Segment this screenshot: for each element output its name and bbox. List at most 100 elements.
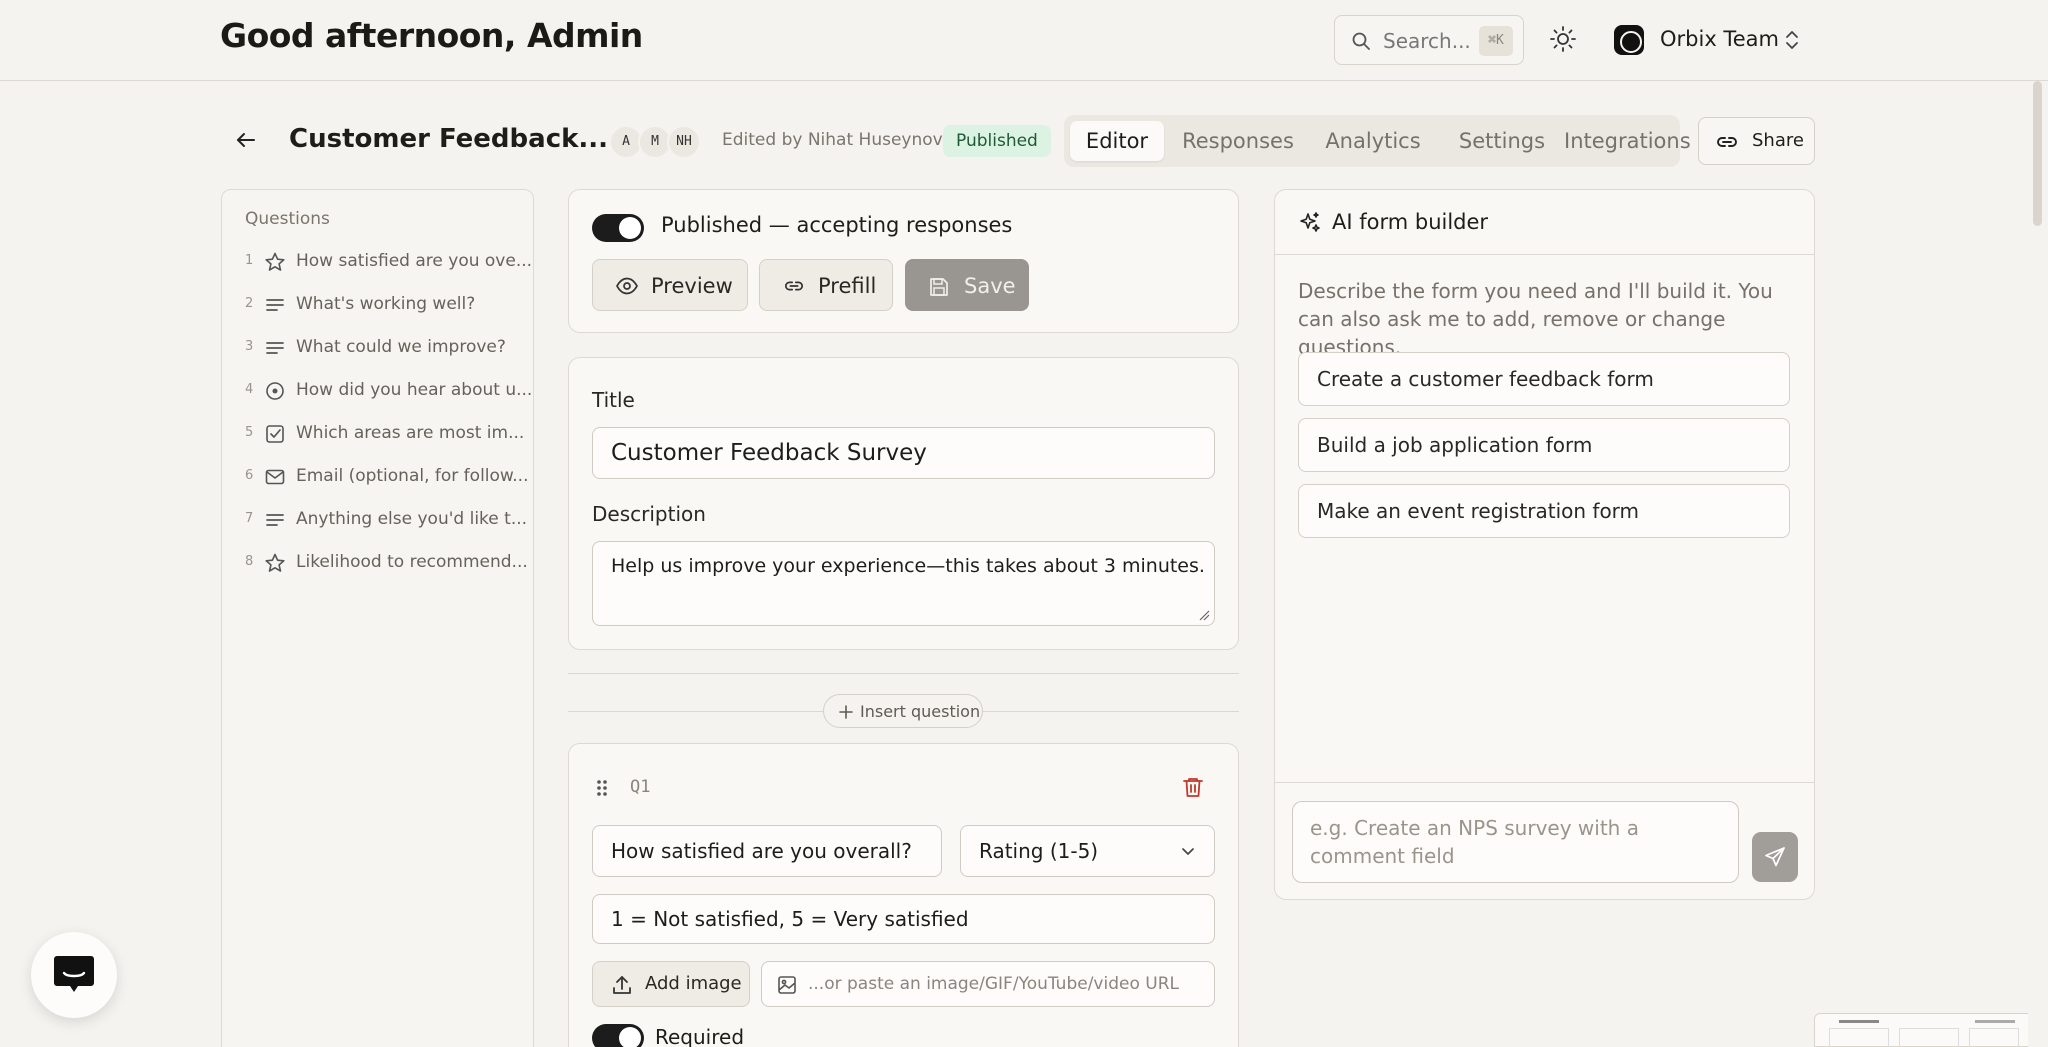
star-icon [264, 552, 286, 574]
divider [1275, 782, 1814, 783]
suggestion-label: Make an event registration form [1317, 499, 1640, 523]
ai-prompt-input[interactable]: e.g. Create an NPS survey with a comment… [1292, 801, 1739, 883]
question-nav-item[interactable]: 7 Anything else you'd like t... [222, 500, 533, 540]
toggle-knob [619, 1027, 641, 1047]
star-icon [264, 251, 286, 273]
question-number: 2 [245, 296, 254, 311]
tab-editor[interactable]: Editor [1070, 121, 1164, 161]
search-icon [1351, 31, 1371, 51]
send-button[interactable] [1752, 832, 1798, 882]
search-shortcut-badge: ⌘K [1479, 26, 1513, 56]
greeting-heading: Good afternoon, Admin [220, 16, 643, 55]
page-scrollbar[interactable] [2028, 81, 2048, 1047]
suggestion-button[interactable]: Create a customer feedback form [1298, 352, 1790, 406]
question-nav-label: What's working well? [296, 294, 476, 314]
scrollbar-thumb[interactable] [2033, 81, 2042, 226]
add-image-button[interactable]: Add image [592, 961, 750, 1007]
theme-toggle-button[interactable] [1548, 24, 1578, 54]
question-nav-label: How did you hear about u... [296, 380, 533, 400]
question-nav-item[interactable]: 1 How satisfied are you ove... [222, 242, 533, 282]
preview-button[interactable]: Preview [592, 259, 748, 311]
preview-label: Preview [651, 274, 733, 298]
help-text-input[interactable]: 1 = Not satisfied, 5 = Very satisfied [592, 894, 1215, 944]
question-text-input[interactable]: How satisfied are you overall? [592, 825, 942, 877]
resize-grip-icon[interactable] [1198, 609, 1210, 621]
publish-card: Published — accepting responses Preview … [568, 189, 1239, 333]
divider [568, 673, 1239, 674]
search-placeholder: Search... [1383, 29, 1471, 53]
description-value: Help us improve your experience—this tak… [611, 555, 1205, 577]
insert-question-button[interactable]: Insert question [823, 694, 983, 728]
floppy-disk-icon [928, 276, 950, 298]
question-type-select[interactable]: Rating (1-5) [960, 825, 1215, 877]
thumbnail-line [1839, 1020, 1879, 1023]
checkbox-icon [264, 423, 286, 445]
ai-panel-header: AI form builder [1275, 190, 1814, 255]
trash-icon[interactable] [1181, 775, 1205, 799]
title-label: Title [592, 388, 635, 412]
tab-responses[interactable]: Responses [1170, 121, 1306, 161]
prefill-label: Prefill [818, 274, 877, 298]
image-icon [776, 974, 798, 996]
question-nav-item[interactable]: 3 What could we improve? [222, 328, 533, 368]
tab-integrations[interactable]: Integrations [1564, 121, 1691, 161]
add-image-label: Add image [645, 973, 742, 994]
question-nav-item[interactable]: 2 What's working well? [222, 285, 533, 325]
chevron-down-icon [1180, 843, 1196, 859]
prefill-button[interactable]: Prefill [759, 259, 893, 311]
avatar: NH [667, 125, 701, 159]
chat-launcher-button[interactable] [31, 932, 117, 1018]
eye-icon [615, 276, 639, 296]
mail-icon [264, 466, 286, 488]
save-button[interactable]: Save [905, 259, 1029, 311]
team-name: Orbix Team [1660, 27, 1779, 51]
help-text-value: 1 = Not satisfied, 5 = Very satisfied [611, 907, 969, 931]
title-input[interactable]: Customer Feedback Survey [592, 427, 1215, 479]
link-icon [1715, 131, 1739, 153]
status-badge: Published [943, 125, 1051, 157]
text-lines-icon [264, 509, 286, 531]
text-lines-icon [264, 294, 286, 316]
title-input-value: Customer Feedback Survey [611, 440, 927, 466]
team-logo [1614, 25, 1644, 55]
suggestion-label: Build a job application form [1317, 433, 1593, 457]
question-type-value: Rating (1-5) [979, 839, 1099, 863]
ai-panel-description: Describe the form you need and I'll buil… [1298, 279, 1773, 359]
ai-form-builder-panel: AI form builder Describe the form you ne… [1274, 189, 1815, 900]
suggestion-button[interactable]: Make an event registration form [1298, 484, 1790, 538]
question-number: 5 [245, 425, 254, 440]
radio-icon [264, 380, 286, 402]
question-nav-label: Email (optional, for follow... [296, 466, 529, 486]
insert-question-label: Insert question [860, 702, 981, 721]
media-url-input[interactable]: ...or paste an image/GIF/YouTube/video U… [761, 961, 1215, 1007]
tab-settings[interactable]: Settings [1440, 121, 1564, 161]
page-thumbnail[interactable] [1814, 1013, 2032, 1047]
tab-analytics[interactable]: Analytics [1306, 121, 1440, 161]
description-label: Description [592, 502, 706, 526]
question-number: 8 [245, 554, 254, 569]
question-nav-label: How satisfied are you ove... [296, 251, 533, 271]
question-number: 1 [245, 253, 254, 268]
thumbnail-line [1975, 1020, 2015, 1023]
link-icon [782, 276, 806, 296]
question-nav-item[interactable]: 5 Which areas are most im... [222, 414, 533, 454]
published-toggle[interactable] [592, 214, 644, 242]
form-title: Customer Feedback... [289, 124, 609, 154]
description-textarea[interactable]: Help us improve your experience—this tak… [592, 541, 1215, 626]
question-nav-item[interactable]: 8 Likelihood to recommend... [222, 543, 533, 583]
thumbnail-block [1829, 1028, 1889, 1047]
question-number: 3 [245, 339, 254, 354]
team-switcher[interactable]: Orbix Team [1614, 22, 1804, 58]
required-toggle[interactable] [592, 1024, 644, 1047]
suggestion-button[interactable]: Build a job application form [1298, 418, 1790, 472]
chevron-up-down-icon [1784, 28, 1800, 52]
toggle-knob [619, 217, 641, 239]
drag-handle-icon[interactable] [595, 778, 609, 798]
share-button[interactable]: Share [1698, 117, 1815, 165]
search-box[interactable]: Search... ⌘K [1334, 15, 1524, 65]
question-nav-item[interactable]: 4 How did you hear about u... [222, 371, 533, 411]
text-lines-icon [264, 337, 286, 359]
question-nav-item[interactable]: 6 Email (optional, for follow... [222, 457, 533, 497]
back-arrow-icon[interactable] [232, 126, 260, 154]
divider [568, 711, 823, 712]
